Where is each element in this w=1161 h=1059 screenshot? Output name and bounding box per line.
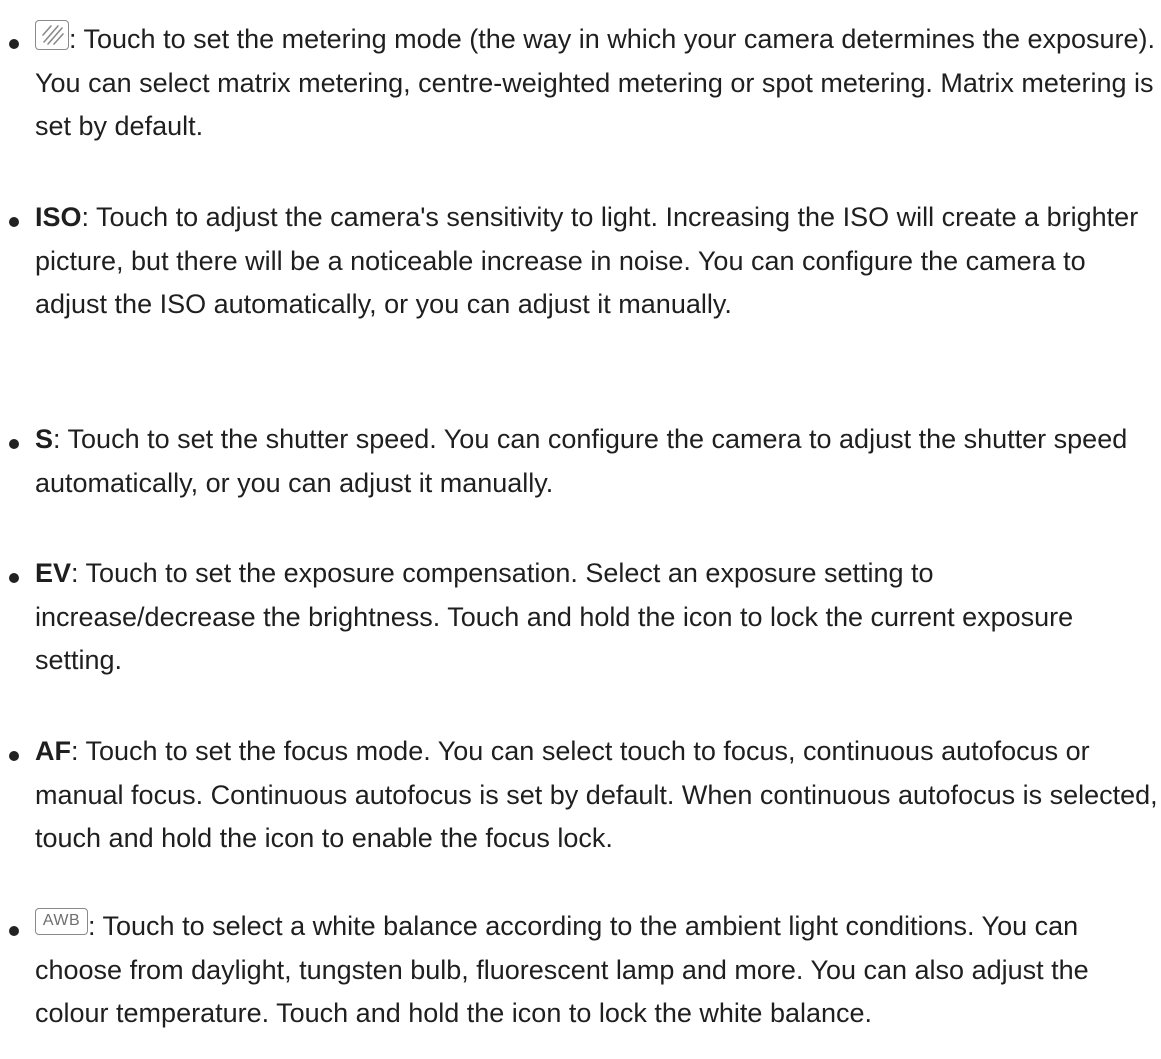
white-balance-description: : Touch to select a white balance accord… — [35, 911, 1089, 1028]
bullet — [9, 573, 19, 583]
focus-description: : Touch to set the focus mode. You can s… — [35, 736, 1158, 853]
metering-mode-icon — [35, 20, 69, 50]
list-item-white-balance: AWB: Touch to select a white balance acc… — [0, 905, 1160, 1036]
shutter-speed-description: : Touch to set the shutter speed. You ca… — [35, 424, 1128, 498]
white-balance-icon: AWB — [35, 908, 88, 935]
list-item-shutter-speed: S: Touch to set the shutter speed. You c… — [0, 418, 1160, 505]
list-item-metering: : Touch to set the metering mode (the wa… — [0, 18, 1160, 149]
bullet — [9, 751, 19, 761]
list-item-focus: AF: Touch to set the focus mode. You can… — [0, 730, 1160, 861]
bullet — [9, 39, 19, 49]
bullet — [9, 926, 19, 936]
focus-term: AF — [35, 736, 71, 766]
exposure-description: : Touch to set the exposure compensation… — [35, 558, 1074, 675]
list-item-iso: ISO: Touch to adjust the camera's sensit… — [0, 196, 1160, 327]
shutter-speed-term: S — [35, 424, 54, 454]
iso-description: : Touch to adjust the camera's sensitivi… — [35, 202, 1139, 319]
metering-description: : Touch to set the metering mode (the wa… — [35, 24, 1156, 141]
list-item-exposure: EV: Touch to set the exposure compensati… — [0, 552, 1160, 683]
iso-term: ISO — [35, 202, 82, 232]
exposure-term: EV — [35, 558, 72, 588]
bullet — [9, 439, 19, 449]
bullet — [9, 217, 19, 227]
